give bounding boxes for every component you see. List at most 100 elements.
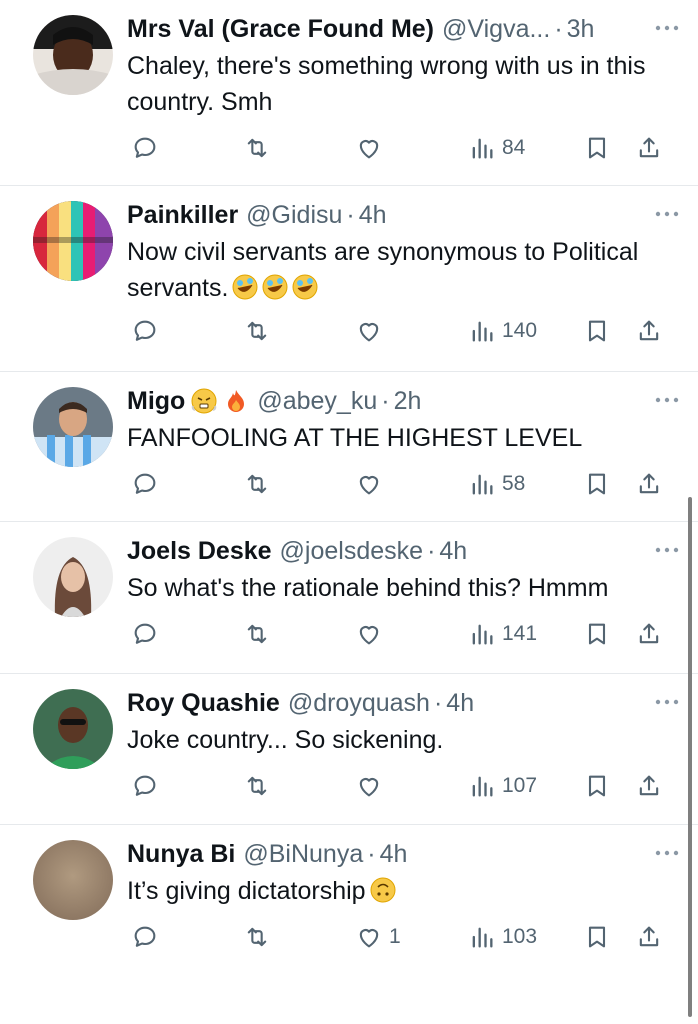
tweet[interactable]: Joels Deske @joelsdeske · 4h So what's t… <box>0 522 698 674</box>
tweet[interactable]: Painkiller @Gidisu · 4h Now civil servan… <box>0 186 698 372</box>
share-icon <box>639 137 659 158</box>
tweet-text-container: It’s giving dictatorship <box>127 873 678 909</box>
more-options-icon[interactable] <box>654 24 680 32</box>
share-button[interactable] <box>635 923 663 951</box>
author-name[interactable]: Roy Quashie <box>127 686 280 720</box>
avatar[interactable] <box>33 15 113 95</box>
tweet[interactable]: Migo @abey_ku · 2h FANFOOLING AT THE HIG… <box>0 372 698 522</box>
tweet-actions: 141 <box>127 620 678 650</box>
rolling-on-floor-laughing-emoji <box>262 274 288 300</box>
views-button[interactable]: 58 <box>468 470 525 498</box>
share-button[interactable] <box>635 134 663 162</box>
reply-icon <box>134 926 156 947</box>
views-chart-icon <box>472 624 493 645</box>
reply-button[interactable] <box>131 134 159 162</box>
tweet-actions: 1 103 <box>127 923 678 953</box>
like-button[interactable] <box>355 772 389 800</box>
more-options-icon[interactable] <box>654 210 680 218</box>
tweet-actions: 140 <box>127 317 678 347</box>
like-button[interactable]: 1 <box>355 923 401 951</box>
reply-button[interactable] <box>131 923 159 951</box>
share-button[interactable] <box>635 317 663 345</box>
retweet-button[interactable] <box>243 923 271 951</box>
author-handle[interactable]: @abey_ku <box>257 384 377 418</box>
views-button[interactable]: 84 <box>468 134 525 162</box>
avatar[interactable] <box>33 387 113 467</box>
author-name[interactable]: Migo <box>127 384 185 418</box>
retweet-button[interactable] <box>243 772 271 800</box>
more-options-icon[interactable] <box>654 396 680 404</box>
views-button[interactable]: 141 <box>468 620 537 648</box>
tweet-actions: 107 <box>127 772 678 802</box>
timestamp[interactable]: 2h <box>394 384 422 418</box>
heart-icon <box>359 929 379 948</box>
retweet-button[interactable] <box>243 317 271 345</box>
bookmark-button[interactable] <box>583 923 611 951</box>
avatar[interactable] <box>33 201 113 281</box>
retweet-button[interactable] <box>243 134 271 162</box>
tweet[interactable]: Mrs Val (Grace Found Me) @Vigva... · 3h … <box>0 0 698 186</box>
more-options-icon[interactable] <box>654 546 680 554</box>
heart-icon <box>359 778 379 797</box>
author-name[interactable]: Nunya Bi <box>127 837 235 871</box>
reply-icon <box>134 137 156 158</box>
scrollbar[interactable] <box>688 497 692 1017</box>
timestamp[interactable]: 3h <box>567 12 595 46</box>
timestamp[interactable]: 4h <box>446 686 474 720</box>
more-options-icon[interactable] <box>654 698 680 706</box>
upside-down-face-emoji <box>370 877 396 903</box>
tweet[interactable]: Roy Quashie @droyquash · 4h Joke country… <box>0 674 698 825</box>
timestamp[interactable]: 4h <box>359 198 387 232</box>
bookmark-button[interactable] <box>583 317 611 345</box>
reply-button[interactable] <box>131 470 159 498</box>
timestamp[interactable]: 4h <box>439 534 467 568</box>
author-handle[interactable]: @Vigva... <box>442 12 550 46</box>
share-button[interactable] <box>635 772 663 800</box>
author-name[interactable]: Mrs Val (Grace Found Me) <box>127 12 434 46</box>
share-icon <box>639 473 659 494</box>
share-button[interactable] <box>635 470 663 498</box>
bookmark-button[interactable] <box>583 470 611 498</box>
author-handle[interactable]: @Gidisu <box>246 198 342 232</box>
author-handle[interactable]: @joelsdeske <box>280 534 424 568</box>
bookmark-icon <box>588 623 606 645</box>
timestamp[interactable]: 4h <box>380 837 408 871</box>
views-button[interactable]: 103 <box>468 923 537 951</box>
tweet-text: Now civil servants are synonymous to Pol… <box>127 238 639 302</box>
heart-icon <box>359 476 379 495</box>
more-options-icon[interactable] <box>654 849 680 857</box>
avatar[interactable] <box>33 840 113 920</box>
views-button[interactable]: 140 <box>468 317 537 345</box>
author-name[interactable]: Painkiller <box>127 198 238 232</box>
retweet-icon <box>247 776 267 796</box>
author-handle[interactable]: @BiNunya <box>243 837 363 871</box>
retweet-icon <box>247 927 267 947</box>
separator-dot: · <box>427 537 436 565</box>
like-button[interactable] <box>355 134 389 162</box>
fire-emoji <box>228 390 245 412</box>
reply-button[interactable] <box>131 772 159 800</box>
bookmark-button[interactable] <box>583 772 611 800</box>
like-button[interactable] <box>355 620 389 648</box>
bookmark-button[interactable] <box>583 134 611 162</box>
share-icon <box>639 775 659 796</box>
tweet-text: It’s giving dictatorship <box>127 877 366 905</box>
tweet[interactable]: Nunya Bi @BiNunya · 4h It’s giving dicta… <box>0 825 698 1023</box>
like-button[interactable] <box>355 317 389 345</box>
author-name[interactable]: Joels Deske <box>127 534 272 568</box>
avatar[interactable] <box>33 689 113 769</box>
retweet-icon <box>247 624 267 644</box>
share-button[interactable] <box>635 620 663 648</box>
bookmark-button[interactable] <box>583 620 611 648</box>
retweet-button[interactable] <box>243 620 271 648</box>
reply-button[interactable] <box>131 620 159 648</box>
views-button[interactable]: 107 <box>468 772 537 800</box>
macarons-photo-icon <box>33 201 113 281</box>
author-handle[interactable]: @droyquash <box>288 686 430 720</box>
avatar[interactable] <box>33 537 113 617</box>
rolling-on-floor-laughing-emoji <box>232 274 258 300</box>
retweet-button[interactable] <box>243 470 271 498</box>
like-button[interactable] <box>355 470 389 498</box>
views-chart-icon <box>472 927 493 948</box>
reply-button[interactable] <box>131 317 159 345</box>
